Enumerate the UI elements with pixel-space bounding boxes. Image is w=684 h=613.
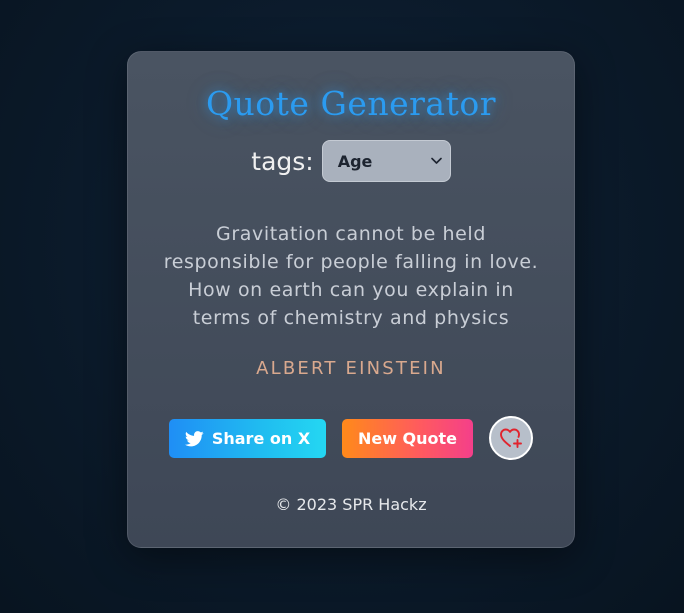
share-on-x-label: Share on X <box>211 429 311 448</box>
tag-select-value: Age <box>337 151 373 171</box>
twitter-bird-icon <box>184 430 204 446</box>
tags-label: tags: <box>251 146 314 176</box>
share-on-x-button[interactable]: Share on X <box>169 419 326 458</box>
footer-copyright: © 2023 SPR Hackz <box>275 495 427 514</box>
chevron-down-icon <box>430 157 442 164</box>
quote-author: ALBERT EINSTEIN <box>256 358 446 379</box>
tag-select[interactable]: Age <box>321 140 451 182</box>
favorite-button[interactable] <box>489 416 533 460</box>
new-quote-button[interactable]: New Quote <box>342 419 473 458</box>
app-title: Quote Generator <box>206 84 496 123</box>
new-quote-label: New Quote <box>357 429 458 448</box>
quote-text: Gravitation cannot be held responsible f… <box>163 223 539 329</box>
quote-card: Quote Generator tags: Age Gravitation ca… <box>127 51 575 548</box>
heart-plus-icon <box>500 428 522 448</box>
tags-row: tags: Age <box>128 140 574 182</box>
